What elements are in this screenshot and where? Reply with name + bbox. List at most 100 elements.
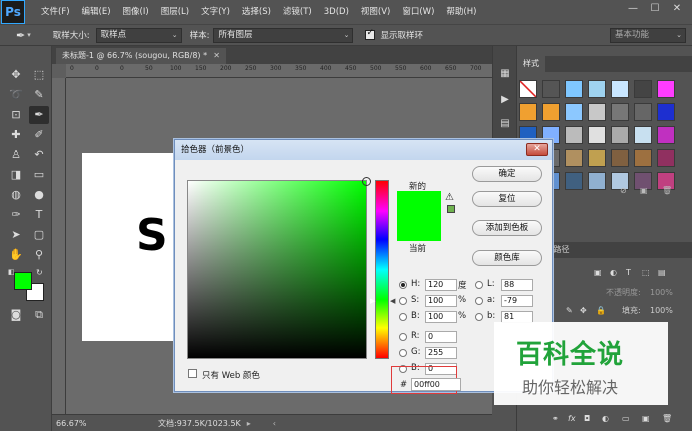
style-preset-swatch[interactable] [657,80,675,98]
maximize-button[interactable]: ☐ [646,2,664,16]
sample-dropdown[interactable]: 所有图层 ⌄ [213,27,354,43]
menu-help[interactable]: 帮助(H) [440,0,482,24]
zoom-tool-icon[interactable]: ⚲ [29,246,49,264]
red-radio[interactable] [399,333,407,341]
hue-radio[interactable] [399,281,407,289]
red-field[interactable]: 0 [425,331,457,343]
vertical-ruler[interactable] [52,78,66,414]
hue-slider-left-arrow-icon[interactable]: ▶ [370,297,375,305]
properties-panel-icon[interactable]: ▤ [499,118,511,130]
style-preset-swatch[interactable] [657,149,675,167]
marquee-tool-icon[interactable]: ⬚ [29,66,49,84]
horizontal-ruler[interactable]: 0 0 0 50 100 150 200 250 300 350 400 450 500 550 600 65… [66,64,492,78]
hue-slider[interactable] [375,180,389,359]
lock-all-icon[interactable]: 🔒 [596,302,606,320]
history-panel-icon[interactable]: ▦ [499,68,511,80]
document-tab[interactable]: 未标题-1 @ 66.7% (sougou, RGB/8) * ✕ [56,48,226,64]
style-preset-swatch[interactable] [634,149,652,167]
move-tool-icon[interactable]: ✥ [6,66,26,84]
dialog-close-button[interactable]: ✕ [526,143,548,156]
shape-tool-icon[interactable]: ▢ [29,226,49,244]
menu-view[interactable]: 视图(V) [355,0,396,24]
style-preset-swatch[interactable] [611,80,629,98]
color-picker-titlebar[interactable]: 拾色器（前景色） [175,140,552,160]
menu-edit[interactable]: 编辑(E) [76,0,117,24]
style-preset-swatch[interactable] [634,126,652,144]
web-colors-only-checkbox[interactable] [188,369,197,378]
new-style-icon[interactable]: ▣ [640,182,648,200]
style-preset-swatch[interactable] [542,103,560,121]
lasso-tool-icon[interactable]: ➰ [6,86,26,104]
style-preset-swatch[interactable] [611,149,629,167]
crop-tool-icon[interactable]: ⊡ [6,106,26,124]
hue-field[interactable]: 120 [425,279,457,291]
green-radio[interactable] [399,349,407,357]
style-preset-swatch[interactable] [519,80,537,98]
lab-l-radio[interactable] [475,281,483,289]
opacity-value[interactable]: 100% [650,284,673,302]
actions-play-icon[interactable]: ▶ [499,94,511,106]
quick-mask-icon[interactable]: ◙ [6,306,26,324]
eraser-tool-icon[interactable]: ◨ [6,166,26,184]
delete-layer-icon[interactable]: 🗑 [662,410,672,428]
scroll-left-icon[interactable]: ‹ [273,419,276,428]
menu-filter[interactable]: 滤镜(T) [277,0,318,24]
screen-mode-icon[interactable]: ⧉ [29,306,49,324]
fill-value[interactable]: 100% [650,302,673,320]
close-tab-icon[interactable]: ✕ [213,48,220,64]
shape-filter-icon[interactable]: ⬚ [642,264,650,282]
style-preset-swatch[interactable] [519,103,537,121]
lab-a-field[interactable]: -79 [501,295,533,307]
style-preset-swatch[interactable] [565,103,583,121]
swap-colors-icon[interactable]: ↻ [36,268,43,277]
dodge-tool-icon[interactable]: ● [29,186,49,204]
lab-a-radio[interactable] [475,297,483,305]
brightness-field[interactable]: 100 [425,311,457,323]
style-preset-swatch[interactable] [588,126,606,144]
lock-pixels-icon[interactable]: ✎ [566,302,573,320]
preset-chevron-icon[interactable]: ▾ [27,31,31,39]
brightness-radio[interactable] [399,313,407,321]
add-mask-icon[interactable]: ◘ [584,410,590,428]
clear-style-icon[interactable]: ⊘ [620,182,627,200]
show-ring-checkbox[interactable] [365,28,376,40]
eyedropper-preset-icon[interactable]: ✒ [16,29,25,42]
link-layers-icon[interactable]: ⚭ [552,410,559,428]
adjustment-filter-icon[interactable]: ◐ [610,264,617,282]
pen-tool-icon[interactable]: ✑ [6,206,26,224]
status-menu-arrow-icon[interactable]: ▸ [247,419,251,428]
foreground-color-swatch[interactable] [14,272,32,290]
lock-position-icon[interactable]: ✥ [580,302,587,320]
menu-image[interactable]: 图像(I) [117,0,155,24]
saturation-field[interactable]: 100 [425,295,457,307]
healing-brush-tool-icon[interactable]: ✚ [6,126,26,144]
reset-button[interactable]: 复位 [472,191,542,207]
lab-b-radio[interactable] [475,313,483,321]
clone-stamp-tool-icon[interactable]: ♙ [6,146,26,164]
lab-l-field[interactable]: 88 [501,279,533,291]
quick-select-tool-icon[interactable]: ✎ [29,86,49,104]
hand-tool-icon[interactable]: ✋ [6,246,26,264]
sample-size-dropdown[interactable]: 取样点 ⌄ [95,27,182,43]
style-preset-swatch[interactable] [565,80,583,98]
blur-tool-icon[interactable]: ◍ [6,186,26,204]
new-current-color-swatch[interactable] [397,191,441,241]
delete-style-icon[interactable]: 🗑 [662,182,672,200]
brush-tool-icon[interactable]: ✐ [29,126,49,144]
style-preset-swatch[interactable] [611,103,629,121]
layer-style-icon[interactable]: fx [568,410,576,428]
menu-type[interactable]: 文字(Y) [195,0,236,24]
green-field[interactable]: 255 [425,347,457,359]
ok-button[interactable]: 确定 [472,166,542,182]
saturation-radio[interactable] [399,297,407,305]
ruler-origin[interactable] [52,64,66,78]
style-preset-swatch[interactable] [542,80,560,98]
type-tool-icon[interactable]: T [29,206,49,224]
saturation-brightness-field[interactable] [187,177,371,359]
workspace-dropdown[interactable]: 基本功能 ⌄ [610,27,686,43]
smart-object-filter-icon[interactable]: ▤ [658,264,666,282]
path-select-tool-icon[interactable]: ➤ [6,226,26,244]
menu-window[interactable]: 窗口(W) [396,0,440,24]
pixel-filter-icon[interactable]: ▣ [594,264,602,282]
gamut-correction-swatch[interactable] [447,205,455,213]
